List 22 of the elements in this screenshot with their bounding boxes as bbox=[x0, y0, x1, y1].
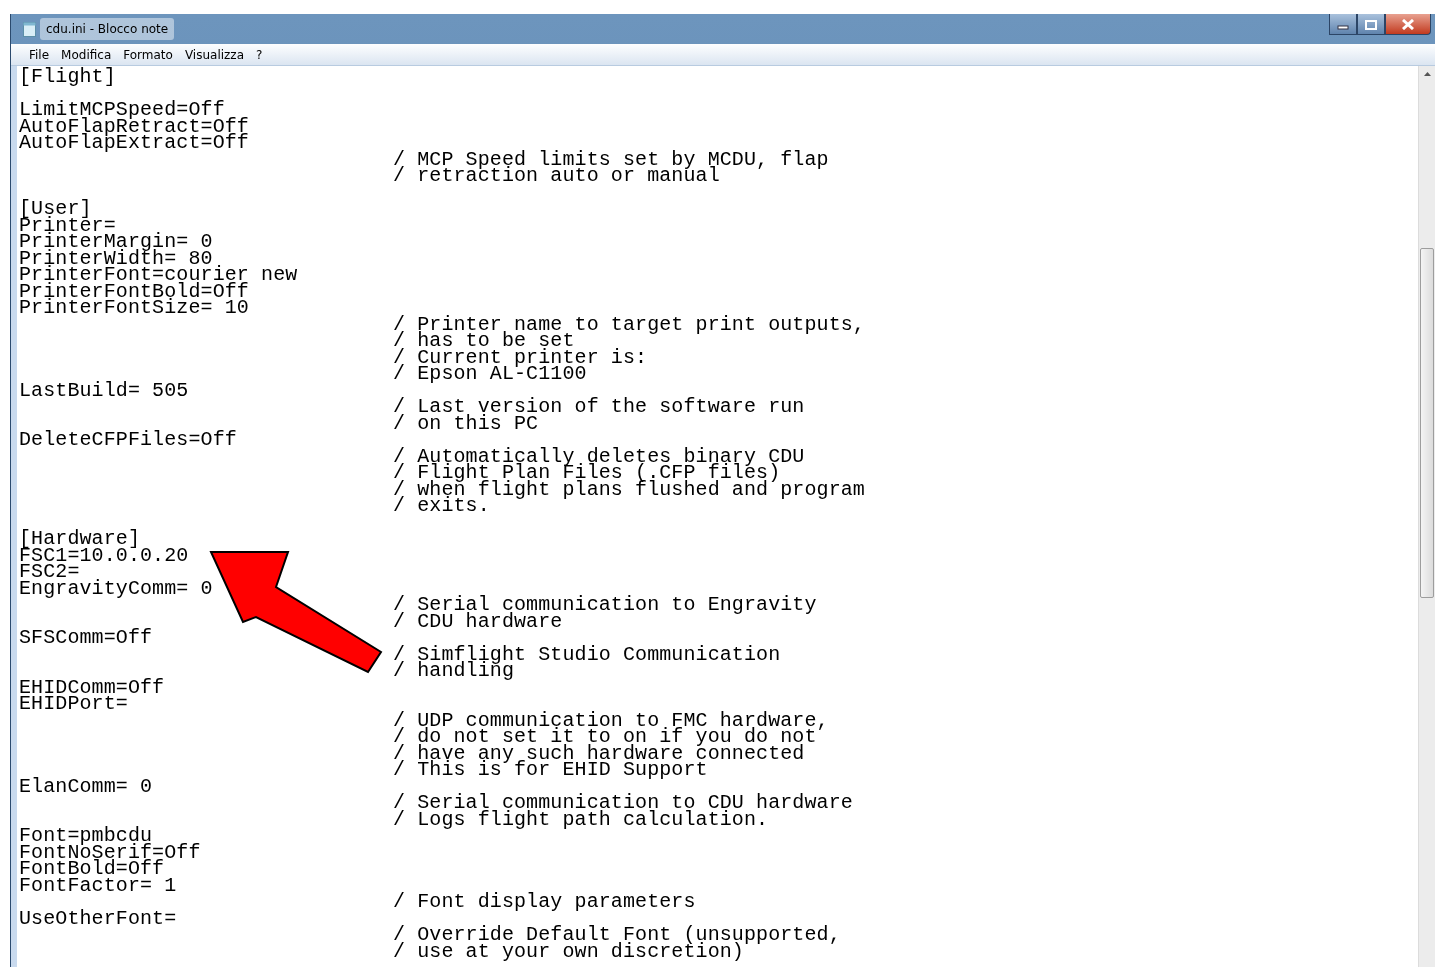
setting-line: LastBuild= 505 bbox=[19, 378, 189, 402]
maximize-button[interactable] bbox=[1357, 14, 1385, 35]
maximize-icon bbox=[1365, 19, 1377, 30]
scrollbar-thumb[interactable] bbox=[1420, 248, 1434, 598]
menu-item[interactable]: ? bbox=[250, 43, 269, 66]
window-title: cdu.ini - Blocco note bbox=[40, 18, 175, 40]
setting-line: UseOtherFont= bbox=[19, 906, 177, 930]
close-icon bbox=[1402, 18, 1414, 30]
setting-line: ElanComm= 0 bbox=[19, 774, 153, 798]
menu-item[interactable]: Formato bbox=[117, 43, 179, 66]
setting-line: FontFactor= 1 bbox=[19, 873, 177, 897]
setting-line: EngravityComm= 0 bbox=[19, 576, 213, 600]
setting-line: DeleteCFPFiles=Off bbox=[19, 428, 237, 451]
setting-line: SFSComm=Off bbox=[19, 626, 153, 649]
notepad-icon bbox=[23, 21, 36, 37]
close-button[interactable] bbox=[1385, 14, 1431, 35]
minimize-button[interactable] bbox=[1329, 14, 1357, 35]
menu-item[interactable]: Visualizza bbox=[178, 43, 250, 66]
menu-item[interactable]: File bbox=[23, 43, 56, 66]
menu-item[interactable]: Modifica bbox=[55, 43, 118, 66]
section-header: [Flight] bbox=[19, 65, 116, 88]
comment-line: / Font display parameters bbox=[393, 890, 696, 913]
